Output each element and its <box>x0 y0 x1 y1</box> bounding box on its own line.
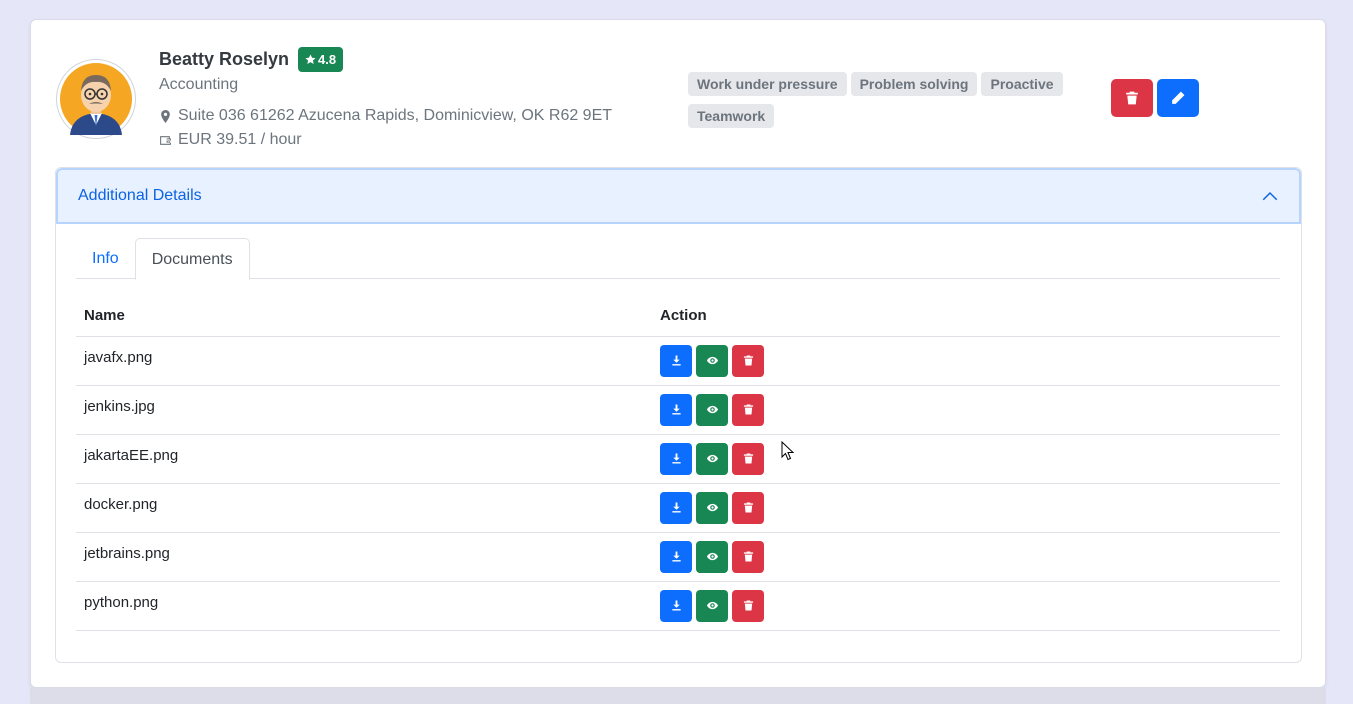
table-row: jetbrains.png <box>76 532 1280 582</box>
download-button[interactable] <box>660 442 692 475</box>
action-buttons <box>660 491 1272 524</box>
address-line: Suite 036 61262 Azucena Rapids, Dominicv… <box>159 107 612 125</box>
tab-documents[interactable]: Documents <box>134 238 250 280</box>
skill-badge: Teamwork <box>688 104 775 128</box>
view-button[interactable] <box>696 540 728 573</box>
accordion-title: Additional Details <box>78 187 202 204</box>
download-icon <box>671 600 681 611</box>
document-actions <box>652 483 1280 533</box>
wallet-icon <box>160 135 171 145</box>
eye-icon <box>706 601 718 610</box>
additional-details-accordion: Additional Details Info Documents Name A… <box>55 167 1302 663</box>
employee-address: Suite 036 61262 Azucena Rapids, Dominicv… <box>178 107 613 124</box>
employee-rate: EUR 39.51 / hour <box>178 131 302 148</box>
download-button[interactable] <box>660 393 692 426</box>
table-row: jakartaEE.png <box>76 434 1280 484</box>
trash-icon <box>743 404 753 415</box>
view-button[interactable] <box>696 491 728 524</box>
download-button[interactable] <box>660 540 692 573</box>
trash-icon <box>1126 91 1138 105</box>
eye-icon <box>706 356 718 365</box>
document-actions <box>652 581 1280 631</box>
download-icon <box>671 551 681 562</box>
avatar-image <box>60 63 132 135</box>
action-buttons <box>660 540 1272 573</box>
delete-document-button[interactable] <box>732 589 764 622</box>
skill-badge: Work under pressure <box>688 72 847 96</box>
view-button[interactable] <box>696 589 728 622</box>
delete-document-button[interactable] <box>732 344 764 377</box>
employee-name: Beatty Roselyn <box>159 49 290 69</box>
document-name: docker.png <box>76 483 652 533</box>
action-buttons <box>660 589 1272 622</box>
employee-card: Beatty Roselyn 4.8 Accounting Suite 036 … <box>30 19 1326 688</box>
download-button[interactable] <box>660 589 692 622</box>
star-icon <box>305 54 316 64</box>
view-button[interactable] <box>696 393 728 426</box>
column-header-name: Name <box>76 296 652 337</box>
edit-employee-button[interactable] <box>1157 79 1199 117</box>
document-name: jakartaEE.png <box>76 434 652 484</box>
delete-document-button[interactable] <box>732 540 764 573</box>
trash-icon <box>743 453 753 464</box>
download-icon <box>671 453 681 464</box>
document-name: javafx.png <box>76 336 652 386</box>
eye-icon <box>706 454 718 463</box>
rate-line: EUR 39.51 / hour <box>159 131 302 149</box>
view-button[interactable] <box>696 442 728 475</box>
details-tabs: Info Documents <box>76 238 1280 280</box>
employee-department: Accounting <box>159 76 239 93</box>
document-name: jenkins.jpg <box>76 385 652 435</box>
download-button[interactable] <box>660 344 692 377</box>
delete-employee-button[interactable] <box>1111 79 1153 117</box>
skill-badge: Problem solving <box>850 72 978 96</box>
table-row: jenkins.jpg <box>76 385 1280 435</box>
document-actions <box>652 385 1280 435</box>
document-name: jetbrains.png <box>76 532 652 582</box>
delete-document-button[interactable] <box>732 393 764 426</box>
column-header-action: Action <box>652 296 1280 337</box>
view-button[interactable] <box>696 344 728 377</box>
download-icon <box>671 404 681 415</box>
chevron-up-icon <box>1262 191 1278 201</box>
download-icon <box>671 502 681 513</box>
delete-document-button[interactable] <box>732 491 764 524</box>
action-buttons <box>660 344 1272 377</box>
mouse-cursor-icon <box>781 441 795 461</box>
documents-table: Name Action javafx.png jenkins.jpg jakarta… <box>76 296 1280 631</box>
table-row: docker.png <box>76 483 1280 533</box>
accordion-header[interactable]: Additional Details <box>56 168 1301 224</box>
trash-icon <box>743 600 753 611</box>
document-name: python.png <box>76 581 652 631</box>
map-marker-icon <box>161 109 170 123</box>
skill-badge: Proactive <box>981 72 1063 96</box>
document-actions <box>652 336 1280 386</box>
table-header-row: Name Action <box>76 296 1280 337</box>
download-button[interactable] <box>660 491 692 524</box>
skills-list: Work under pressure Problem solving Proa… <box>688 72 1068 128</box>
trash-icon <box>743 355 753 366</box>
delete-document-button[interactable] <box>732 442 764 475</box>
document-actions <box>652 532 1280 582</box>
action-buttons <box>660 393 1272 426</box>
action-buttons <box>660 442 1272 475</box>
table-row: javafx.png <box>76 336 1280 386</box>
avatar <box>56 59 136 139</box>
page-footer-strip <box>30 688 1326 704</box>
download-icon <box>671 355 681 366</box>
eye-icon <box>706 405 718 414</box>
eye-icon <box>706 552 718 561</box>
employee-name-row: Beatty Roselyn 4.8 <box>159 47 344 72</box>
pencil-icon <box>1172 91 1185 104</box>
tab-info[interactable]: Info <box>76 238 135 279</box>
rating-badge: 4.8 <box>298 47 344 72</box>
trash-icon <box>743 502 753 513</box>
table-row: python.png <box>76 581 1280 631</box>
document-actions <box>652 434 1280 484</box>
eye-icon <box>706 503 718 512</box>
rating-value: 4.8 <box>318 52 337 67</box>
trash-icon <box>743 551 753 562</box>
